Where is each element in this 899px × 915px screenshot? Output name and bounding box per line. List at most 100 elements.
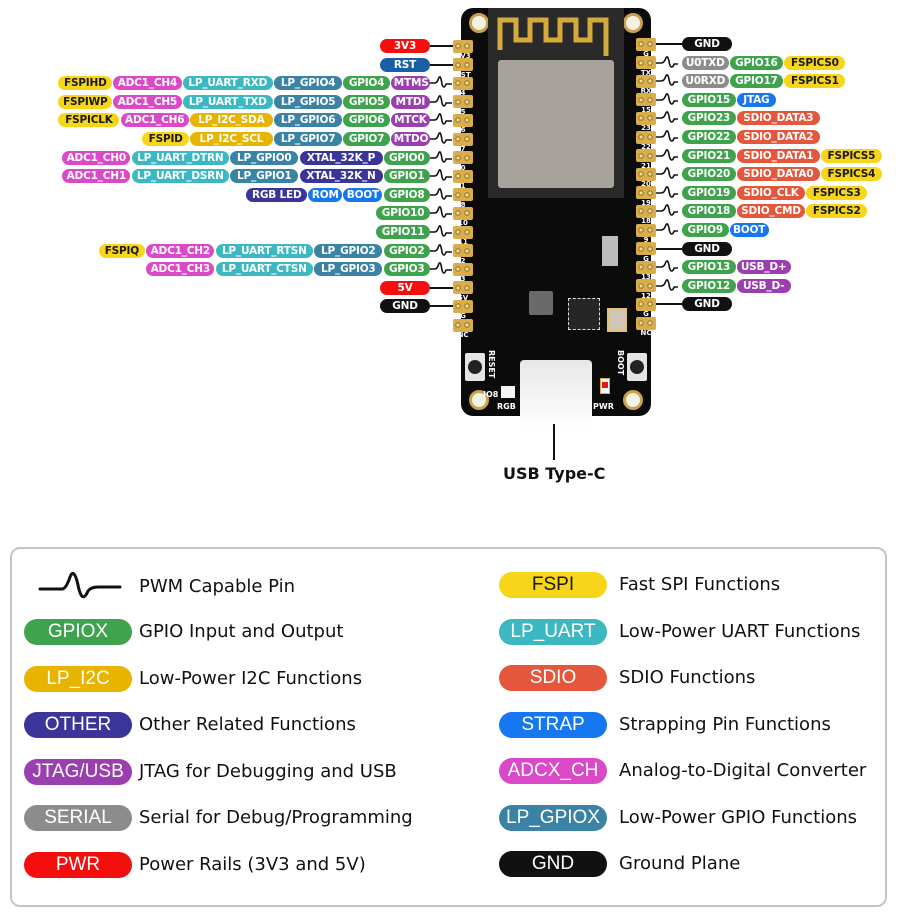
pin-label-gnd: GND [380,299,430,314]
header-pin [636,242,656,256]
pwm-icon [430,169,452,181]
header-pin [453,206,473,220]
pwm-icon [656,148,678,161]
header-pin [453,188,473,202]
pwm-icon [430,113,452,126]
pin-label-fspi: FSPICS5 [820,148,882,163]
pin-label-gpio: GPIO3 [383,262,430,277]
pin-label-adc: ADC1_CH0 [62,150,131,165]
pin-label-lp-uart: LP_UART_DTRN [131,150,230,165]
rf-shield [498,60,614,188]
legend-tag-fspi: FSPI [499,572,607,598]
header-pin [636,111,656,125]
reset-label: RESET [487,350,496,379]
pin-label-gpio: GPIO17 [729,74,784,89]
pin-label-lp-gpio: LP_GPIO1 [230,169,299,184]
mounting-hole [623,13,643,33]
pin-wire [430,45,453,47]
pin-label-adc: ADC1_CH4 [113,76,182,91]
pin-wire [656,43,682,45]
pin-label-jtag-usb: MTMS [390,76,430,91]
pin-label-sdio: SDIO_CMD [736,204,806,219]
pin-label-jtag-usb: MTDI [390,94,430,109]
pin-label-adc: ADC1_CH6 [120,113,189,128]
pin-label-sdio: SDIO_DATA3 [736,111,820,126]
pwm-icon [430,187,452,200]
pin-label-gpio: GPIO6 [343,113,390,128]
pin-label-fspi: FSPIHD [58,76,113,91]
pin-label-gpio: GPIO5 [343,94,390,109]
io8-label: IO8 [483,390,499,399]
pin-label-fspi: FSPIWP [58,94,113,109]
pin-label-gpio: GPIO18 [682,204,736,219]
reset-button[interactable] [465,353,485,381]
rgb-label: RGB [497,402,516,411]
pin-label-gpio: GPIO4 [343,76,390,91]
legend-description: Power Rails (3V3 and 5V) [139,853,366,875]
pin-label-adc: ADC1_CH2 [146,243,215,258]
pin-label-lp-gpio: LP_GPIO7 [273,132,343,146]
wifi-module [488,8,624,198]
pwm-icon [656,204,678,217]
pin-label-gpio: GPIO16 [729,55,784,70]
header-pin [636,316,656,330]
legend-description: Strapping Pin Functions [619,713,831,735]
pin-label-gpio: GPIO19 [682,185,736,200]
pin-wire [430,305,453,308]
pin-label-rst: RST [380,57,430,72]
header-pin [636,93,656,107]
pin-label-strap: ROM [308,187,343,202]
pwm-icon [430,132,452,144]
pin-label-gpio: GPIO10 [376,206,430,221]
pwm-icon [430,94,452,107]
pin-label-adc: ADC1_CH5 [113,94,182,109]
pin-label-fspi: FSPICS2 [806,204,868,219]
header-pin [636,186,656,200]
chip [602,236,618,266]
pin-label-lp-uart: LP_UART_RTSN [215,243,314,258]
legend-description: Low-Power GPIO Functions [619,806,858,828]
usb-type-c-label: USB Type-C [503,464,606,483]
header-pin [453,76,473,90]
pwm-icon [656,278,678,291]
legend-tag-strap: STRAP [499,711,607,738]
header-pin [453,281,473,295]
pwr-label: PWR [593,402,614,411]
header-pin [453,151,473,165]
pin-label-jtag-usb: USB_D- [736,278,791,293]
legend-tag-gpio: GPIOX [24,619,132,645]
header-pin [636,149,656,163]
header-pin [453,169,473,183]
pin-label-gpio: GPIO8 [383,187,430,202]
pwm-icon [430,206,452,219]
pwm-icon [656,260,678,272]
header-pin [636,56,656,70]
boot-button[interactable] [627,353,647,381]
pin-label-jtag-usb: USB_D+ [736,260,791,275]
mounting-hole [469,13,489,33]
header-pin [636,130,656,144]
header-pin [453,132,473,146]
pin-label-gnd: GND [682,241,732,256]
pin-label-sdio: SDIO_DATA1 [736,148,820,163]
pin-label-gpio: GPIO7 [343,132,390,146]
pin-label-gpio: GPIO1 [383,169,430,184]
legend-pwm-text: PWM Capable Pin [139,576,296,597]
antenna-icon [497,17,609,56]
legend-description: Low-Power UART Functions [619,620,861,642]
pwm-icon [430,150,452,163]
chip [529,291,553,315]
pwm-icon [430,262,452,274]
pwm-icon [656,92,678,105]
rgb-led [501,386,515,398]
header-pin [453,39,473,53]
legend-tag-jtag-usb: JTAG/USB [24,758,132,785]
pin-label-lp-gpio: LP_GPIO0 [230,150,299,165]
header-pin [636,223,656,237]
pin-wire [430,286,453,289]
header-pin [636,297,656,311]
usb-type-c-connector [520,360,592,432]
pin-label-other: XTAL_32K_P [299,150,383,165]
header-pin [453,318,473,332]
header-pin [636,37,656,51]
